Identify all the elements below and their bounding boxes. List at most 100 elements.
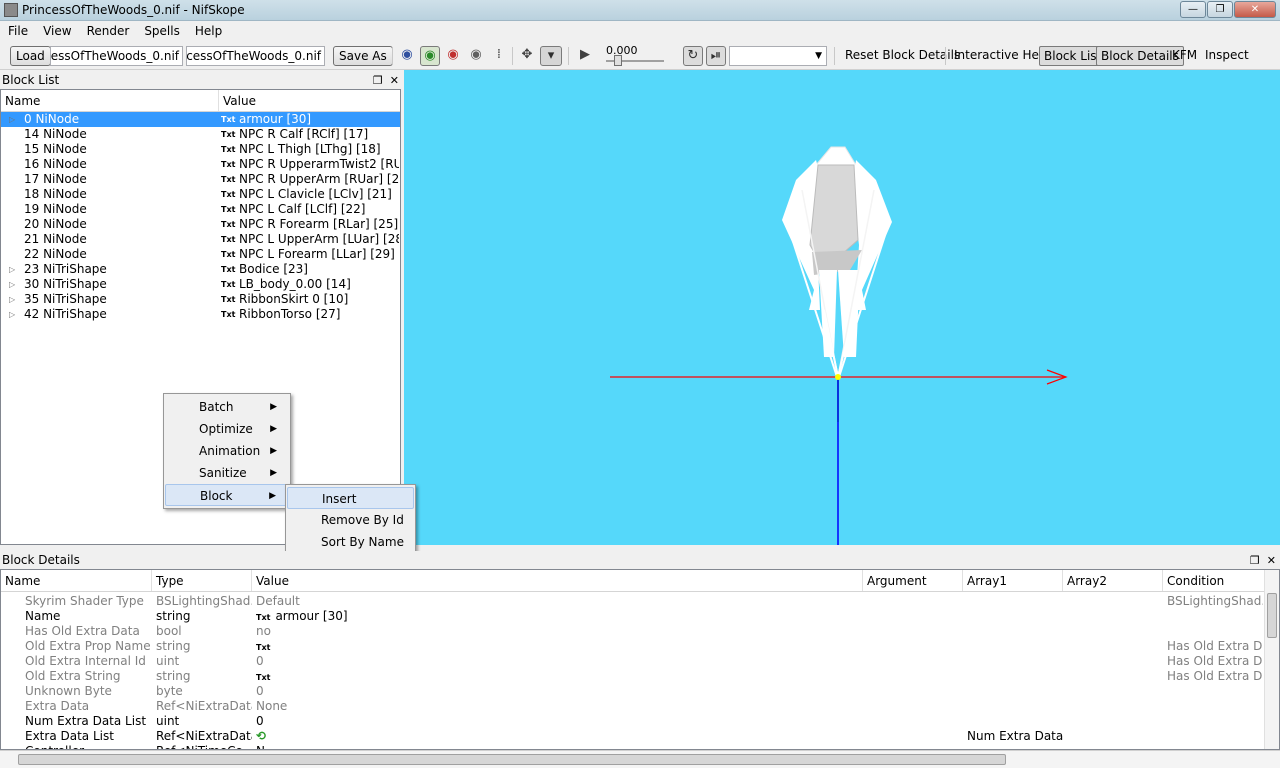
scroll-thumb[interactable] xyxy=(18,754,1006,765)
menu-item-sanitize[interactable]: Sanitize ▶ xyxy=(165,462,289,484)
eye-green-icon[interactable]: ◉ xyxy=(420,46,440,66)
move-icon[interactable]: ✥ xyxy=(517,46,537,66)
table-row[interactable]: 21 NiNode Txt NPC L UpperArm [LUar] [28] xyxy=(1,232,400,247)
expand-arrow-icon[interactable]: ▷ xyxy=(9,292,19,307)
minimize-button[interactable]: — xyxy=(1180,1,1206,18)
eye-icon[interactable]: ◉ xyxy=(397,46,417,66)
column-name[interactable]: Name xyxy=(1,90,219,111)
submenu-item-remove-by-id[interactable]: Remove By Id xyxy=(287,509,414,531)
maximize-button[interactable]: ❐ xyxy=(1207,1,1233,18)
load-path-field[interactable]: PrincessOfTheWoods_0.nif xyxy=(50,46,183,66)
table-row[interactable]: Old Extra Internal Id uint 0 Has Old Extra … xyxy=(1,654,1279,669)
expand-arrow-icon[interactable]: ▷ xyxy=(9,307,19,322)
column-condition[interactable]: Condition xyxy=(1163,570,1263,591)
menu-help[interactable]: Help xyxy=(187,21,229,41)
table-row[interactable]: Skyrim Shader Type BSLightingShad... Defau… xyxy=(1,594,1279,609)
table-row[interactable]: 18 NiNode Txt NPC L Clavicle [LClv] [21] xyxy=(1,187,400,202)
menu-file[interactable]: File xyxy=(0,21,35,41)
details-vertical-scrollbar[interactable] xyxy=(1264,570,1279,749)
cell-text: Skyrim Shader Type xyxy=(25,594,144,608)
view-dropdown-icon[interactable]: ▾ xyxy=(540,46,562,66)
menu-item-batch[interactable]: Batch ▶ xyxy=(165,396,289,418)
column-type[interactable]: Type xyxy=(152,570,252,591)
details-horizontal-scrollbar[interactable] xyxy=(0,750,1280,768)
window-title: PrincessOfTheWoods_0.nif - NifSkope xyxy=(22,3,245,17)
menu-spells[interactable]: Spells xyxy=(136,21,187,41)
eye-red-icon[interactable]: ◉ xyxy=(443,46,463,66)
menu-bar: File View Render Spells Help xyxy=(0,21,1280,41)
close-dock-icon[interactable]: ✕ xyxy=(390,74,399,87)
float-icon[interactable]: ❐ xyxy=(373,74,383,87)
table-row[interactable]: ▷ 42 NiTriShape Txt RibbonTorso [27] xyxy=(1,307,400,322)
menu-item-animation[interactable]: Animation ▶ xyxy=(165,440,289,462)
table-row[interactable]: Old Extra String string Txt Has Old Extra D… xyxy=(1,669,1279,684)
table-row[interactable]: 14 NiNode Txt NPC R Calf [RClf] [17] xyxy=(1,127,400,142)
text-type-icon: Txt xyxy=(221,295,236,304)
table-row[interactable]: 22 NiNode Txt NPC L Forearm [LLar] [29] xyxy=(1,247,400,262)
menu-render[interactable]: Render xyxy=(79,21,137,41)
cell-text: Ref<NiExtraData> xyxy=(156,699,252,713)
table-row[interactable]: ▷ 0 NiNode Txt armour [30] xyxy=(1,112,400,127)
menu-view[interactable]: View xyxy=(35,21,78,41)
table-row[interactable]: ▷ 30 NiTriShape Txt LB_body_0.00 [14] xyxy=(1,277,400,292)
table-row[interactable]: Old Extra Prop Name string Txt Has Old Extr… xyxy=(1,639,1279,654)
text-type-icon: Txt xyxy=(221,145,236,154)
loop-icon[interactable]: ↻ xyxy=(683,46,703,66)
menu-item-block[interactable]: Block ▶ xyxy=(165,484,289,506)
cell-name: Num Extra Data List xyxy=(25,714,153,729)
table-row[interactable]: Extra Data List Ref<NiExtraData> ⟲ Num Extr… xyxy=(1,729,1279,744)
table-row[interactable]: ▷ 23 NiTriShape Txt Bodice [23] xyxy=(1,262,400,277)
kfm-button[interactable]: KFM xyxy=(1170,46,1199,66)
load-button[interactable]: Load xyxy=(10,46,51,66)
column-value[interactable]: Value xyxy=(219,90,400,111)
table-row[interactable]: 16 NiNode Txt NPC R UpperarmTwist2 [RU... xyxy=(1,157,400,172)
interactive-help-button[interactable]: Interactive Help xyxy=(952,46,1052,66)
animation-select[interactable]: ▼ xyxy=(729,46,827,66)
close-dock-icon[interactable]: ✕ xyxy=(1267,554,1276,567)
table-row[interactable]: Name string Txt armour [30] xyxy=(1,609,1279,624)
column-argument[interactable]: Argument xyxy=(863,570,963,591)
table-row[interactable]: Extra Data Ref<NiExtraData> None xyxy=(1,699,1279,714)
footsteps-icon[interactable]: ⁞ xyxy=(489,46,509,66)
float-icon[interactable]: ❐ xyxy=(1250,554,1260,567)
expand-arrow-icon[interactable]: ▷ xyxy=(9,277,19,292)
block-name: 20 NiNode xyxy=(24,217,87,231)
table-row[interactable]: Has Old Extra Data bool no xyxy=(1,624,1279,639)
column-array2[interactable]: Array2 xyxy=(1063,570,1163,591)
block-name: 21 NiNode xyxy=(24,232,87,246)
table-row[interactable]: 17 NiNode Txt NPC R UpperArm [RUar] [20] xyxy=(1,172,400,187)
save-path-field[interactable]: PrincessOfTheWoods_0.nif xyxy=(186,46,325,66)
cell-value: no xyxy=(256,624,856,639)
table-row[interactable]: 15 NiNode Txt NPC L Thigh [LThg] [18] xyxy=(1,142,400,157)
save-as-button[interactable]: Save As xyxy=(333,46,393,66)
table-row[interactable]: Unknown Byte byte 0 xyxy=(1,684,1279,699)
cell-text: 0 xyxy=(256,714,264,728)
toolbar-separator xyxy=(834,47,835,65)
cell-value: 0 xyxy=(256,714,856,729)
switch-icon[interactable]: ⏯ xyxy=(706,46,726,66)
render-viewport[interactable] xyxy=(404,70,1280,545)
column-value[interactable]: Value xyxy=(252,570,863,591)
expand-arrow-icon[interactable]: ▷ xyxy=(9,112,19,127)
table-row[interactable]: Num Extra Data List uint 0 xyxy=(1,714,1279,729)
cell-name: Extra Data xyxy=(25,699,153,714)
table-row[interactable]: 20 NiNode Txt NPC R Forearm [RLar] [25] xyxy=(1,217,400,232)
cell-text: bool xyxy=(156,624,182,638)
cell-text: byte xyxy=(156,684,183,698)
submenu-item-insert[interactable]: Insert xyxy=(287,487,414,509)
table-row[interactable]: ▷ 35 NiTriShape Txt RibbonSkirt 0 [10] xyxy=(1,292,400,307)
link-icon[interactable]: ⟲ xyxy=(256,729,266,743)
inspect-button[interactable]: Inspect xyxy=(1203,46,1251,66)
scroll-thumb[interactable] xyxy=(1267,593,1277,638)
play-icon[interactable]: ▶ xyxy=(575,46,595,66)
expand-arrow-icon[interactable]: ▷ xyxy=(9,262,19,277)
time-slider-handle[interactable] xyxy=(614,55,622,66)
column-name[interactable]: Name xyxy=(1,570,152,591)
submenu-item-sort-by-name[interactable]: Sort By Name xyxy=(287,531,414,553)
column-array1[interactable]: Array1 xyxy=(963,570,1063,591)
menu-item-optimize[interactable]: Optimize ▶ xyxy=(165,418,289,440)
cell-type: uint xyxy=(156,654,252,669)
table-row[interactable]: 19 NiNode Txt NPC L Calf [LClf] [22] xyxy=(1,202,400,217)
eye-grey-icon[interactable]: ◉ xyxy=(466,46,486,66)
close-button[interactable]: ✕ xyxy=(1234,1,1276,18)
